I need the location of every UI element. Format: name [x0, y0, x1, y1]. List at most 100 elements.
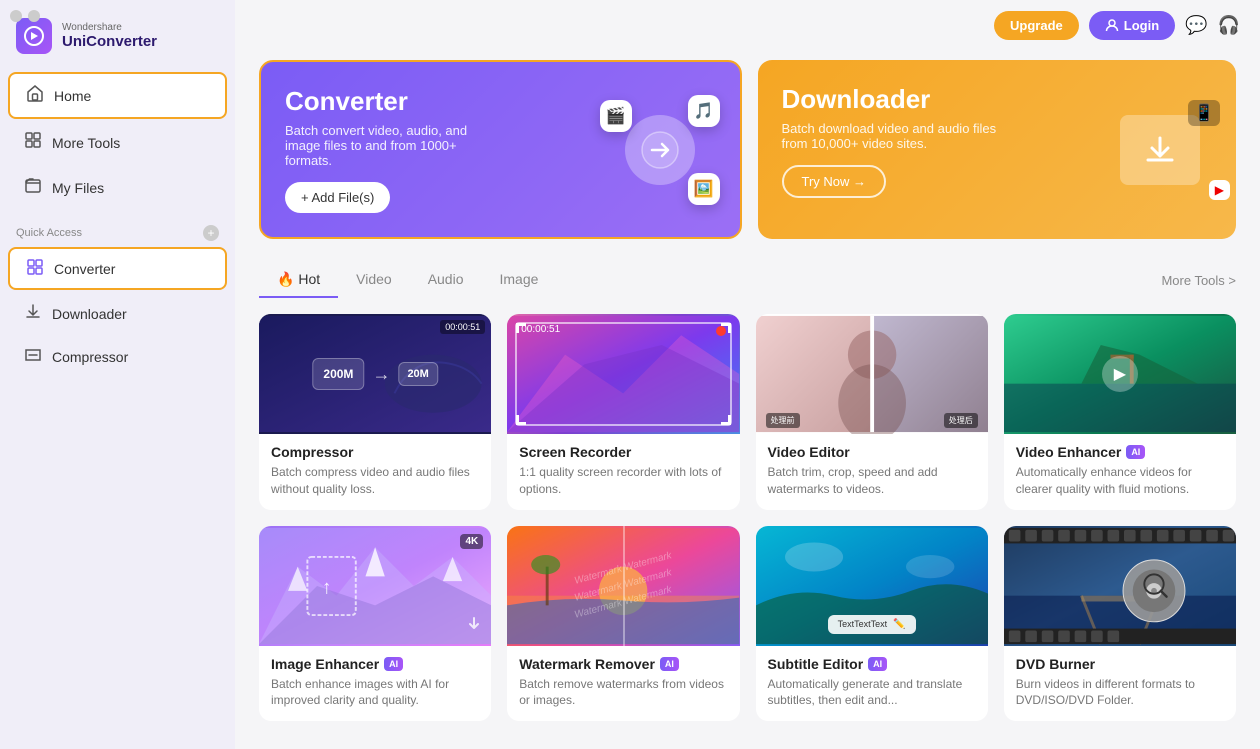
- tools-grid: 200M → 20M 00:00:51 Compressor Batch com…: [259, 314, 1236, 721]
- video-editor-desc: Batch trim, crop, speed and add watermar…: [768, 464, 976, 498]
- topbar-icons: 💬 🎧: [1185, 15, 1240, 36]
- quick-access-label: Quick Access: [16, 227, 82, 239]
- tab-audio[interactable]: Audio: [410, 263, 482, 298]
- screen-recorder-desc: 1:1 quality screen recorder with lots of…: [519, 464, 727, 498]
- more-tools-icon: [24, 131, 42, 154]
- downloader-banner-icon: 📱 ▶: [1100, 100, 1220, 200]
- tab-video-label: Video: [356, 271, 392, 287]
- nav-home-label: Home: [54, 88, 91, 104]
- converter-banner-subtitle: Batch convert video, audio, and image fi…: [285, 123, 505, 168]
- nav-my-files[interactable]: My Files: [8, 166, 227, 209]
- subtitle-thumbnail: TextTextText ✏️: [756, 526, 988, 646]
- logo-text: Wondershare UniConverter: [62, 22, 157, 50]
- converter-banner-icon: 🎵 🖼️ 🎬: [600, 95, 720, 205]
- converter-add-files-button[interactable]: + Add File(s): [285, 182, 390, 213]
- recorder-timestamp: 00:00:51: [521, 324, 560, 335]
- converter-sidebar-icon: [26, 258, 44, 279]
- sidebar-item-downloader[interactable]: Downloader: [8, 294, 227, 333]
- tool-card-video-enhancer[interactable]: ▶ Video Enhancer AI Automatically enhanc…: [1004, 314, 1236, 510]
- home-icon: [26, 84, 44, 107]
- watermark-thumbnail: Watermark Watermark Watermark Watermark …: [507, 526, 739, 646]
- upgrade-button[interactable]: Upgrade: [994, 11, 1079, 40]
- topbar: Upgrade Login 💬 🎧: [470, 0, 1260, 50]
- downloader-try-now-button[interactable]: Try Now →: [782, 165, 887, 198]
- tool-card-subtitle-editor[interactable]: TextTextText ✏️ Subtitle Editor AI Autom…: [756, 526, 988, 722]
- tool-card-video-editor[interactable]: 处理前 处理后 Video Editor Batch trim, crop, s…: [756, 314, 988, 510]
- subtitle-text-box: TextTextText ✏️: [828, 615, 916, 634]
- recording-dot-icon: [716, 326, 726, 336]
- headset-icon[interactable]: 🎧: [1218, 15, 1240, 36]
- tool-tabs-header: 🔥 Hot Video Audio Image More Tools >: [259, 263, 1236, 298]
- video-enhancer-title: Video Enhancer AI: [1016, 444, 1224, 460]
- tool-card-image-enhancer[interactable]: ↑ 4K Image Enhancer AI Batch enhance ima…: [259, 526, 491, 722]
- nav-my-files-label: My Files: [52, 180, 104, 196]
- tab-hot-label: Hot: [298, 271, 320, 287]
- tab-audio-label: Audio: [428, 271, 464, 287]
- tool-card-dvd-burner[interactable]: DVD Burner Burn videos in different form…: [1004, 526, 1236, 722]
- sidebar-item-converter[interactable]: Converter: [8, 247, 227, 290]
- svg-text:↑: ↑: [322, 576, 332, 598]
- watermark-divider: [623, 526, 625, 646]
- logo-brand: Wondershare: [62, 22, 157, 33]
- compressor-desc: Batch compress video and audio files wit…: [271, 464, 479, 498]
- converter-banner[interactable]: Converter Batch convert video, audio, an…: [259, 60, 742, 239]
- quick-access-header: Quick Access +: [0, 215, 235, 245]
- fire-icon: 🔥: [277, 271, 294, 287]
- screen-recorder-title: Screen Recorder: [519, 444, 727, 460]
- recorder-frame: [515, 322, 731, 426]
- nav-home[interactable]: Home: [8, 72, 227, 119]
- tab-image[interactable]: Image: [482, 263, 557, 298]
- ai-badge: AI: [1126, 445, 1145, 459]
- image-icon: 🖼️: [688, 173, 720, 205]
- add-quick-access-button[interactable]: +: [203, 225, 219, 241]
- video-enhancer-thumbnail: ▶: [1004, 314, 1236, 434]
- downloader-sidebar-icon: [24, 303, 42, 324]
- ai-badge: AI: [868, 657, 887, 671]
- down-arrow-icon: [465, 615, 483, 638]
- nav-more-tools[interactable]: More Tools: [8, 121, 227, 164]
- tool-card-compressor[interactable]: 200M → 20M 00:00:51 Compressor Batch com…: [259, 314, 491, 510]
- video-icon: 🎬: [600, 100, 632, 132]
- compress-to: 20M: [398, 362, 437, 386]
- compressor-thumbnail: 200M → 20M 00:00:51: [259, 314, 491, 434]
- login-button[interactable]: Login: [1089, 11, 1175, 40]
- tool-card-screen-recorder[interactable]: 00:00:51 Screen Recorder 1:1 quality scr…: [507, 314, 739, 510]
- main-content: Converter Batch convert video, audio, an…: [235, 0, 1260, 749]
- dvd-burner-desc: Burn videos in different formats to DVD/…: [1016, 676, 1224, 710]
- converter-sidebar-label: Converter: [54, 261, 115, 277]
- video-editor-thumbnail: 处理前 处理后: [756, 314, 988, 434]
- before-label: 处理前: [766, 413, 800, 428]
- traffic-lights: [10, 10, 40, 22]
- video-enhancer-desc: Automatically enhance videos for clearer…: [1016, 464, 1224, 498]
- tool-card-watermark-remover[interactable]: Watermark Watermark Watermark Watermark …: [507, 526, 739, 722]
- sidebar-item-compressor[interactable]: Compressor: [8, 337, 227, 376]
- compress-from: 200M: [312, 358, 364, 390]
- compressor-sidebar-icon: [24, 346, 42, 367]
- after-label: 处理后: [944, 413, 978, 428]
- watermark-remover-title: Watermark Remover AI: [519, 656, 727, 672]
- main-nav: Home More Tools My Files: [0, 66, 235, 215]
- sidebar: Wondershare UniConverter Home: [0, 0, 235, 749]
- tab-hot[interactable]: 🔥 Hot: [259, 263, 338, 298]
- subtitle-editor-desc: Automatically generate and translate sub…: [768, 676, 976, 710]
- minimize-button[interactable]: [28, 10, 40, 22]
- message-icon[interactable]: 💬: [1185, 15, 1207, 36]
- recorder-thumbnail: 00:00:51: [507, 314, 739, 434]
- close-button[interactable]: [10, 10, 22, 22]
- more-tools-label: More Tools >: [1161, 273, 1236, 288]
- main-area: Upgrade Login 💬 🎧 Converter Batch conver…: [235, 0, 1260, 749]
- watermark-remover-desc: Batch remove watermarks from videos or i…: [519, 676, 727, 710]
- tab-video[interactable]: Video: [338, 263, 410, 298]
- convert-arrow-icon: [625, 115, 695, 185]
- image-enhancer-thumbnail: ↑ 4K: [259, 526, 491, 646]
- tab-image-label: Image: [500, 271, 539, 287]
- music-icon: 🎵: [688, 95, 720, 127]
- ai-badge: AI: [660, 657, 679, 671]
- downloader-banner-subtitle: Batch download video and audio files fro…: [782, 121, 1002, 151]
- image-enhancer-desc: Batch enhance images with AI for improve…: [271, 676, 479, 710]
- downloader-banner[interactable]: Downloader Batch download video and audi…: [758, 60, 1237, 239]
- more-tools-link[interactable]: More Tools >: [1161, 273, 1236, 288]
- fourk-badge: 4K: [460, 534, 483, 549]
- subtitle-sample-text: TextTextText: [838, 619, 888, 629]
- compressor-title: Compressor: [271, 444, 479, 460]
